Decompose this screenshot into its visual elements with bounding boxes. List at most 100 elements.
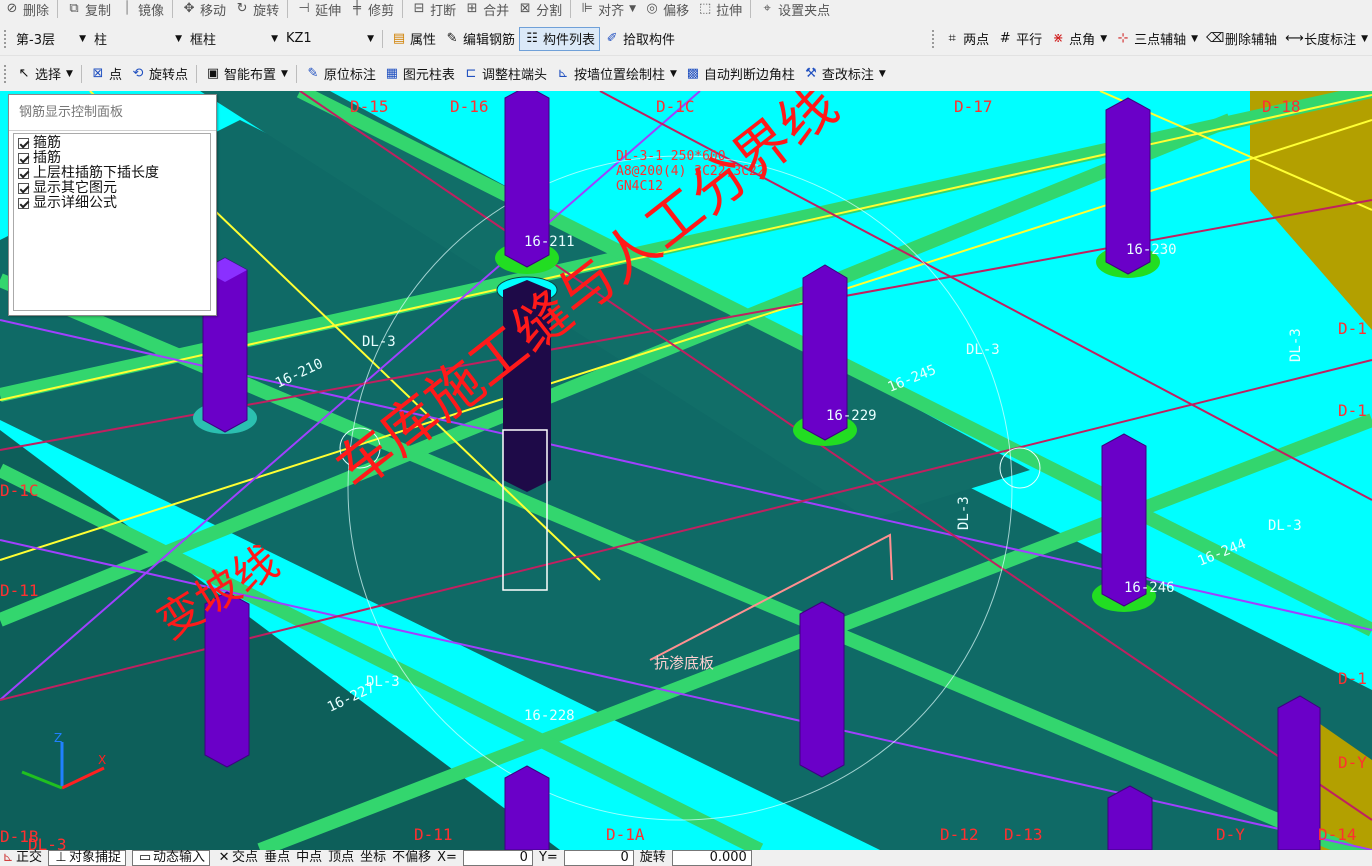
rebar-display-panel: 钢筋显示控制面板 箍筋 插筋 上层柱插筋下插长度 显示其它图元 显示详细公式 bbox=[8, 94, 217, 316]
chevron-down-icon: ▼ bbox=[175, 33, 182, 44]
three-point-icon: ⊹ bbox=[1117, 30, 1129, 46]
checkbox-checked[interactable] bbox=[18, 198, 29, 209]
slab-label: 抗渗底板 bbox=[654, 654, 714, 672]
snap-intersection[interactable]: ✕ 交点 bbox=[216, 850, 258, 866]
align-button[interactable]: ⊫ 对齐 ▼ bbox=[575, 0, 640, 18]
rotate-point-icon: ⟲ bbox=[132, 65, 144, 81]
rotate-button[interactable]: ↻ 旋转 bbox=[230, 0, 283, 18]
axis-label: DL-3 bbox=[28, 835, 67, 850]
extend-button[interactable]: ⊣ 延伸 bbox=[292, 0, 345, 18]
move-button[interactable]: ✥ 移动 bbox=[177, 0, 230, 18]
option-dowel[interactable]: 插筋 bbox=[18, 151, 210, 166]
offset-mode[interactable]: 不偏移 bbox=[392, 850, 431, 866]
toolbar-grip[interactable] bbox=[4, 64, 8, 83]
two-point-icon: ⌗ bbox=[948, 30, 956, 46]
axis-label: D-15 bbox=[350, 97, 389, 116]
delete-axis-button[interactable]: ⌫ 删除辅轴 bbox=[1202, 27, 1281, 51]
beam-tag: DL-3 bbox=[966, 342, 1000, 358]
axis-label: D-Y bbox=[1216, 825, 1245, 844]
column-tag: 16-246 bbox=[1124, 580, 1175, 596]
subtype-select[interactable]: 框柱 ▼ bbox=[186, 28, 282, 50]
check-label-button[interactable]: ⚒ 查改标注 ▼ bbox=[799, 62, 890, 86]
draw-by-wall-button[interactable]: ⊾ 按墙位置绘制柱 ▼ bbox=[551, 62, 681, 86]
two-point-axis-button[interactable]: ⌗ 两点 bbox=[940, 27, 993, 51]
length-label-button[interactable]: ⟷ 长度标注 ▼ bbox=[1281, 27, 1372, 51]
element-select[interactable]: KZ1 ▼ bbox=[282, 28, 378, 50]
merge-button[interactable]: ⊞ 合并 bbox=[460, 0, 513, 18]
delete-button[interactable]: ⊘ 删除 bbox=[0, 0, 53, 18]
break-button[interactable]: ⊟ 打断 bbox=[407, 0, 460, 18]
snap-midpoint[interactable]: 中点 bbox=[296, 850, 322, 866]
axis-label: D-11 bbox=[0, 581, 39, 600]
stretch-button[interactable]: ⬚ 拉伸 bbox=[693, 0, 746, 18]
point-button[interactable]: ⊠ 点 bbox=[86, 62, 126, 86]
set-grip-button[interactable]: ⌖ 设置夹点 bbox=[755, 0, 834, 18]
beam-tag: DL-3 bbox=[1288, 328, 1304, 362]
parallel-axis-button[interactable]: # 平行 bbox=[993, 27, 1046, 51]
mirror-button[interactable]: ⏐ 镜像 bbox=[115, 0, 168, 18]
break-icon: ⊟ bbox=[413, 1, 425, 16]
element-column-table-button[interactable]: ▦ 图元柱表 bbox=[380, 62, 459, 86]
list-icon: ☷ bbox=[526, 30, 538, 46]
separator bbox=[402, 0, 404, 18]
option-upper-dowel-length[interactable]: 上层柱插筋下插长度 bbox=[18, 166, 210, 181]
align-icon: ⊫ bbox=[581, 1, 593, 16]
offset-button[interactable]: ◎ 偏移 bbox=[640, 0, 693, 18]
snap-vertex[interactable]: 顶点 bbox=[328, 850, 354, 866]
column bbox=[799, 601, 845, 778]
dynamic-input-toggle[interactable]: ▭ 动态输入 bbox=[132, 850, 211, 866]
ortho-toggle[interactable]: ⊾ 正交 bbox=[0, 850, 42, 866]
in-situ-label-icon: ✎ bbox=[307, 65, 319, 81]
copy-button[interactable]: ⧉ 复制 bbox=[62, 0, 115, 18]
beam-tag: DL-3 bbox=[366, 674, 400, 690]
y-input[interactable]: 0 bbox=[563, 850, 634, 866]
separator bbox=[570, 0, 572, 18]
snap-icon: ⊥ bbox=[55, 850, 67, 865]
auto-corner-column-button[interactable]: ▩ 自动判断边角柱 bbox=[681, 62, 799, 86]
point-icon: ⊠ bbox=[92, 65, 104, 81]
toolbar-grip[interactable] bbox=[4, 29, 8, 48]
axis-label: D-12 bbox=[940, 825, 979, 844]
checkbox-checked[interactable] bbox=[18, 153, 29, 164]
trim-button[interactable]: ╪ 修剪 bbox=[345, 0, 398, 18]
rotate-input[interactable]: 0.000 bbox=[671, 850, 752, 866]
x-input[interactable]: 0 bbox=[462, 850, 533, 866]
copy-icon: ⧉ bbox=[69, 1, 79, 16]
category-select[interactable]: 柱 ▼ bbox=[90, 28, 186, 50]
floor-select[interactable]: 第-3层 ▼ bbox=[12, 28, 90, 50]
option-show-other[interactable]: 显示其它图元 bbox=[18, 181, 210, 196]
toolbar-draw: ↖ 选择 ▼ ⊠ 点 ⟲ 旋转点 ▣ 智能布置 ▼ ✎ 原位标注 ▦ 图元柱表 ⊏ 调整柱端头 ⊾… bbox=[0, 56, 1372, 91]
snap-coordinate[interactable]: 坐标 bbox=[360, 850, 386, 866]
chevron-down-icon: ▼ bbox=[1361, 33, 1368, 44]
object-snap-toggle[interactable]: ⊥ 对象捕捉 bbox=[48, 850, 127, 866]
pick-component-button[interactable]: ✐ 拾取构件 bbox=[600, 27, 679, 51]
split-button[interactable]: ⊠ 分割 bbox=[513, 0, 566, 18]
checkbox-checked[interactable] bbox=[18, 183, 29, 194]
axis-label: D-14 bbox=[1318, 825, 1357, 844]
checkbox-checked[interactable] bbox=[18, 138, 29, 149]
in-situ-label-button[interactable]: ✎ 原位标注 bbox=[301, 62, 380, 86]
option-show-formula[interactable]: 显示详细公式 bbox=[18, 196, 210, 211]
three-point-axis-button[interactable]: ⊹ 三点辅轴 ▼ bbox=[1111, 27, 1202, 51]
axis-label: D-1A bbox=[606, 825, 645, 844]
dynamic-input-icon: ▭ bbox=[138, 850, 152, 865]
select-button[interactable]: ↖ 选择 ▼ bbox=[12, 62, 77, 86]
svg-text:Z: Z bbox=[54, 731, 62, 745]
y-label: Y= bbox=[538, 850, 558, 865]
edit-rebar-button[interactable]: ✎ 编辑钢筋 bbox=[440, 27, 519, 51]
separator bbox=[172, 0, 174, 18]
component-list-button[interactable]: ☷ 构件列表 bbox=[519, 26, 601, 51]
checkbox-checked[interactable] bbox=[18, 168, 29, 179]
rebar-options-list: 箍筋 插筋 上层柱插筋下插长度 显示其它图元 显示详细公式 bbox=[13, 133, 211, 311]
smart-layout-button[interactable]: ▣ 智能布置 ▼ bbox=[201, 62, 292, 86]
point-angle-button[interactable]: ⋇ 点角 ▼ bbox=[1046, 27, 1111, 51]
snap-perpendicular[interactable]: 垂点 bbox=[264, 850, 290, 866]
delete-icon: ⊘ bbox=[6, 1, 18, 16]
svg-text:X: X bbox=[98, 753, 106, 767]
rotate-point-button[interactable]: ⟲ 旋转点 bbox=[126, 62, 192, 86]
toolbar-grip[interactable] bbox=[932, 29, 936, 48]
adjust-column-end-button[interactable]: ⊏ 调整柱端头 bbox=[459, 62, 551, 86]
option-stirrup[interactable]: 箍筋 bbox=[18, 136, 210, 151]
separator bbox=[57, 0, 59, 18]
properties-button[interactable]: ▤ 属性 bbox=[387, 27, 440, 51]
